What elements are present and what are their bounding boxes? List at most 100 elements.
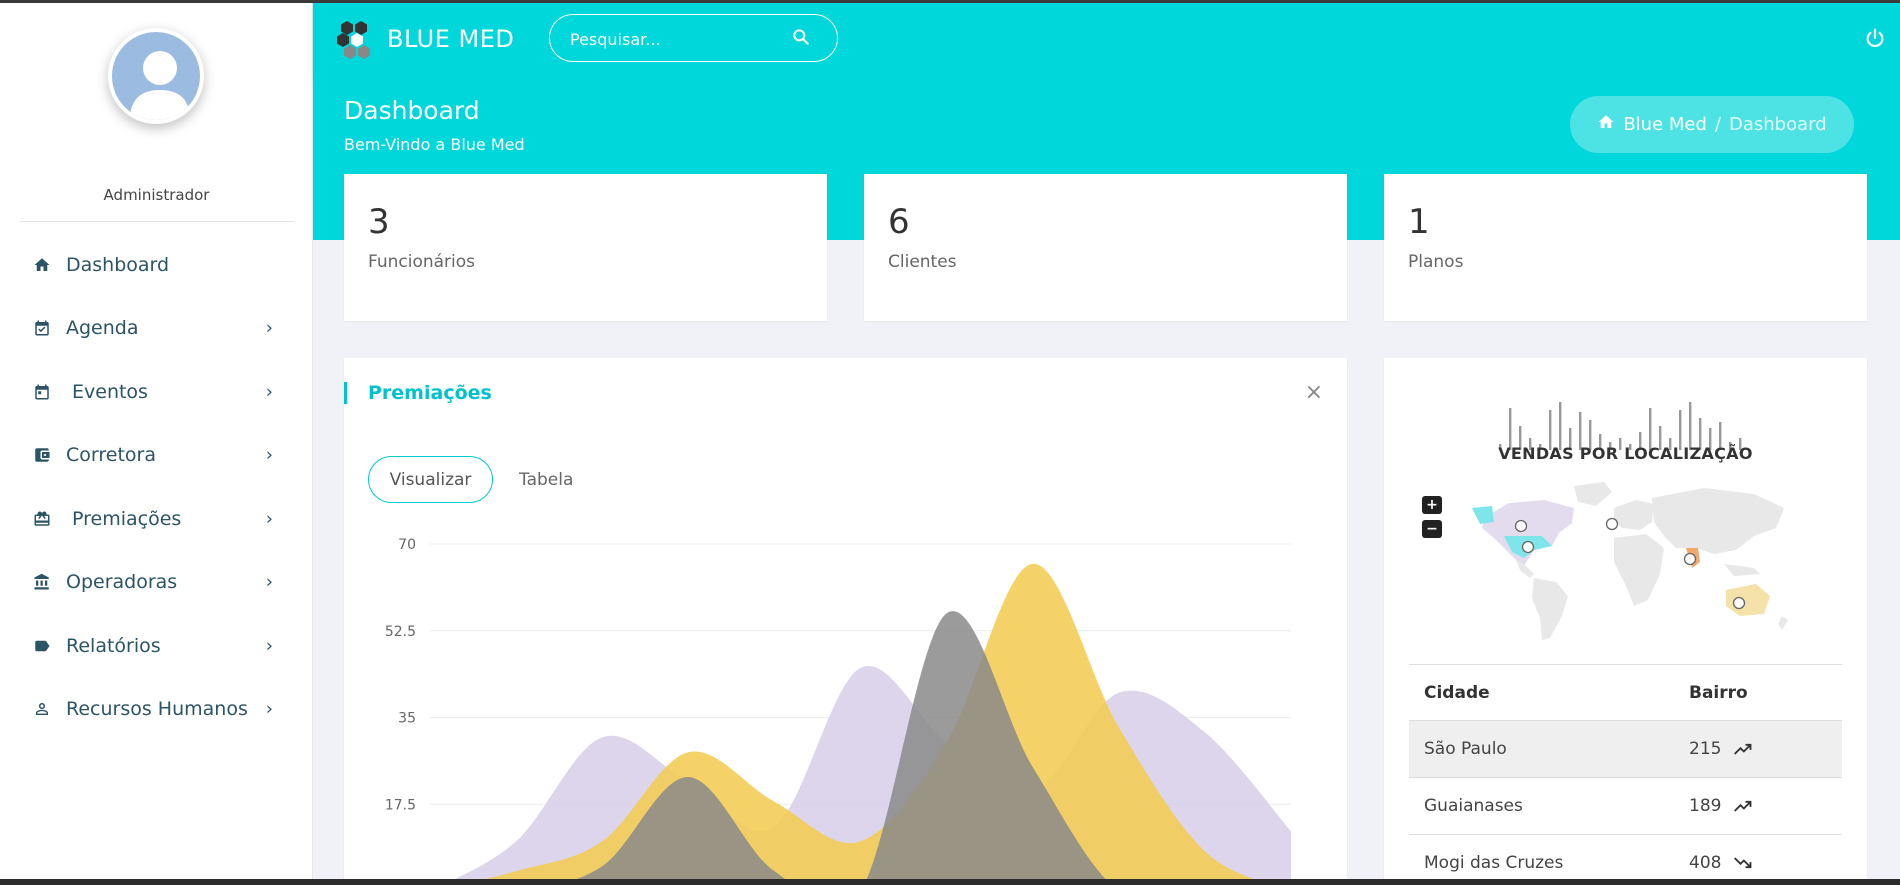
sidebar-item-label: Relatórios xyxy=(66,634,161,657)
sidebar-item-label: Dashboard xyxy=(66,253,170,276)
chevron-right-icon: › xyxy=(265,444,273,466)
chevron-right-icon: › xyxy=(265,381,273,403)
sales-map-card: VENDAS POR LOCALIZAÇÃO + − Cidade Bairro… xyxy=(1384,358,1867,885)
y-tick-label: 52.5 xyxy=(385,624,416,640)
breadcrumb-separator: / xyxy=(1714,114,1721,135)
sidebar-item-label: Corretora xyxy=(66,444,156,467)
sparkline-bar xyxy=(1559,402,1562,450)
cell-city: Guaianases xyxy=(1424,796,1523,816)
person-icon xyxy=(32,699,52,719)
label-icon xyxy=(32,636,52,656)
logo-icon[interactable] xyxy=(337,19,373,59)
sidebar-item-premiacoes[interactable]: Premiações › xyxy=(0,487,313,551)
stat-card-funcionarios[interactable]: 3 Funcionários xyxy=(344,174,827,321)
column-header-cidade: Cidade xyxy=(1424,682,1490,703)
tab-tabela[interactable]: Tabela xyxy=(519,456,573,503)
sidebar-item-operadoras[interactable]: Operadoras › xyxy=(0,551,313,615)
cell-value: 189 xyxy=(1689,796,1722,816)
sidebar-item-label: Recursos Humanos xyxy=(66,698,248,721)
breadcrumb-current: Dashboard xyxy=(1729,114,1827,135)
sales-table: Cidade Bairro São Paulo 215 Guaianases 1… xyxy=(1409,664,1842,885)
cell-city: Mogi das Cruzes xyxy=(1424,853,1564,873)
sidebar-item-agenda[interactable]: Agenda › xyxy=(0,297,313,361)
map-region-africa[interactable] xyxy=(1614,534,1664,606)
trending-up-icon xyxy=(1734,800,1752,812)
sidebar-item-relatorios[interactable]: Relatórios › xyxy=(0,614,313,678)
table-row[interactable]: Guaianases 189 xyxy=(1409,778,1842,835)
table-row[interactable]: São Paulo 215 xyxy=(1409,721,1842,778)
stat-label: Funcionários xyxy=(368,252,476,272)
y-tick-label: 70 xyxy=(398,537,416,553)
cell-city: São Paulo xyxy=(1424,739,1507,759)
y-tick-label: 17.5 xyxy=(385,797,416,813)
map-region-europe[interactable] xyxy=(1614,500,1654,530)
world-map xyxy=(1472,482,1788,640)
trending-up-icon xyxy=(1734,743,1752,755)
map-region-asia[interactable] xyxy=(1652,488,1784,554)
chevron-right-icon: › xyxy=(265,698,273,720)
card-title: Premiações xyxy=(368,382,492,404)
map-region-south-america[interactable] xyxy=(1532,578,1568,640)
user-role: Administrador xyxy=(103,186,210,204)
avatar[interactable] xyxy=(108,28,204,124)
stat-value: 1 xyxy=(1408,202,1430,242)
cell-value: 408 xyxy=(1689,853,1722,873)
map-marker-india[interactable] xyxy=(1683,552,1697,566)
breadcrumb-home[interactable]: Blue Med xyxy=(1623,114,1707,135)
sidebar-divider xyxy=(20,221,294,222)
sparkline-bar xyxy=(1689,402,1692,450)
zoom-out-button[interactable]: − xyxy=(1422,520,1442,538)
sidebar: Administrador Dashboard Agenda › Eventos… xyxy=(0,3,313,879)
title-accent-bar xyxy=(344,382,347,404)
close-icon[interactable]: × xyxy=(1305,380,1323,405)
table-row[interactable]: Mogi das Cruzes 408 xyxy=(1409,835,1842,885)
sidebar-item-eventos[interactable]: Eventos › xyxy=(0,360,313,424)
page-title: Dashboard xyxy=(344,96,480,125)
top-header: BLUE MED xyxy=(313,3,1900,78)
tab-visualizar[interactable]: Visualizar xyxy=(368,456,493,503)
map-region-new-zealand[interactable] xyxy=(1778,616,1788,630)
map-region-north-america[interactable] xyxy=(1482,500,1574,566)
breadcrumb: Blue Med / Dashboard xyxy=(1570,96,1854,153)
trending-down-icon xyxy=(1734,857,1752,869)
stat-label: Planos xyxy=(1408,252,1464,272)
map-region-indonesia[interactable] xyxy=(1724,564,1760,576)
home-icon xyxy=(32,255,52,275)
map-marker-canada[interactable] xyxy=(1514,519,1528,533)
user-silhouette-icon xyxy=(130,51,190,120)
stat-card-clientes[interactable]: 6 Clientes xyxy=(864,174,1347,321)
map-region-alaska[interactable] xyxy=(1472,506,1494,524)
map-region-greenland[interactable] xyxy=(1574,482,1612,506)
page-subtitle: Bem-Vindo a Blue Med xyxy=(344,135,525,154)
premiacoes-card: Premiações × Visualizar Tabela 70 52.5 35 1… xyxy=(344,358,1347,885)
sidebar-item-corretora[interactable]: Corretora › xyxy=(0,424,313,488)
chevron-right-icon: › xyxy=(265,317,273,339)
map-title: VENDAS POR LOCALIZAÇÃO xyxy=(1498,444,1753,463)
power-icon[interactable] xyxy=(1864,27,1886,49)
app-brand[interactable]: BLUE MED xyxy=(387,25,514,53)
sidebar-item-label: Eventos xyxy=(72,380,148,403)
chevron-right-icon: › xyxy=(265,635,273,657)
map-region-australia[interactable] xyxy=(1726,584,1770,616)
stat-value: 3 xyxy=(368,202,390,242)
search-input[interactable] xyxy=(570,27,790,51)
calendar-icon xyxy=(32,382,52,402)
sidebar-item-label: Operadoras xyxy=(66,571,178,594)
chevron-right-icon: › xyxy=(265,571,273,593)
map-marker-europe[interactable] xyxy=(1605,517,1619,531)
search-icon[interactable] xyxy=(791,27,811,51)
bank-icon xyxy=(32,572,52,592)
map-marker-australia[interactable] xyxy=(1732,596,1746,610)
chevron-right-icon: › xyxy=(265,508,273,530)
zoom-in-button[interactable]: + xyxy=(1422,496,1442,514)
sidebar-item-dashboard[interactable]: Dashboard xyxy=(0,233,313,297)
sidebar-item-label: Agenda xyxy=(66,317,139,340)
area-chart: 70 52.5 35 17.5 xyxy=(385,537,1291,885)
map-marker-usa[interactable] xyxy=(1521,540,1535,554)
stat-value: 6 xyxy=(888,202,910,242)
sidebar-nav: Dashboard Agenda › Eventos › Corretora › xyxy=(0,233,313,741)
wallet-icon xyxy=(32,445,52,465)
avatar-container xyxy=(95,15,217,137)
stat-card-planos[interactable]: 1 Planos xyxy=(1384,174,1867,321)
sidebar-item-recursos-humanos[interactable]: Recursos Humanos › xyxy=(0,678,313,742)
